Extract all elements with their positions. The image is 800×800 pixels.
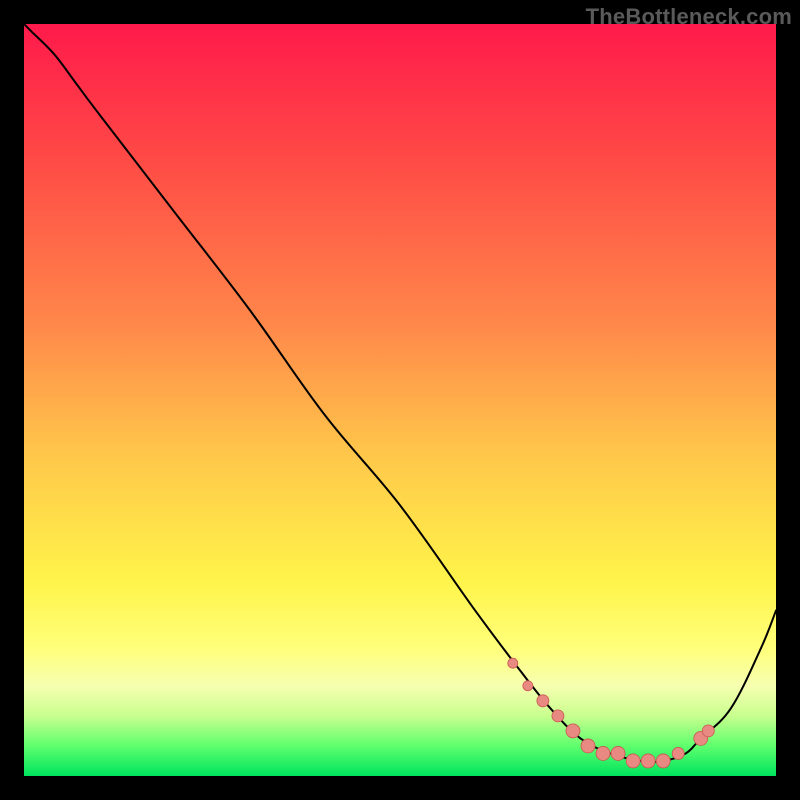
chart-svg (24, 24, 776, 776)
highlight-dot (702, 725, 714, 737)
highlight-dot (581, 739, 595, 753)
highlight-dot (626, 754, 640, 768)
chart-frame: TheBottleneck.com (0, 0, 800, 800)
highlight-dots (508, 658, 715, 768)
highlight-dot (537, 695, 549, 707)
highlight-dot (611, 746, 625, 760)
gradient-plot-area (24, 24, 776, 776)
highlight-dot (596, 746, 610, 760)
highlight-dot (523, 681, 533, 691)
highlight-dot (508, 658, 518, 668)
highlight-dot (552, 710, 564, 722)
highlight-dot (641, 754, 655, 768)
bottleneck-curve (24, 24, 776, 762)
highlight-dot (656, 754, 670, 768)
highlight-dot (672, 747, 684, 759)
highlight-dot (566, 724, 580, 738)
watermark-text: TheBottleneck.com (586, 4, 792, 30)
